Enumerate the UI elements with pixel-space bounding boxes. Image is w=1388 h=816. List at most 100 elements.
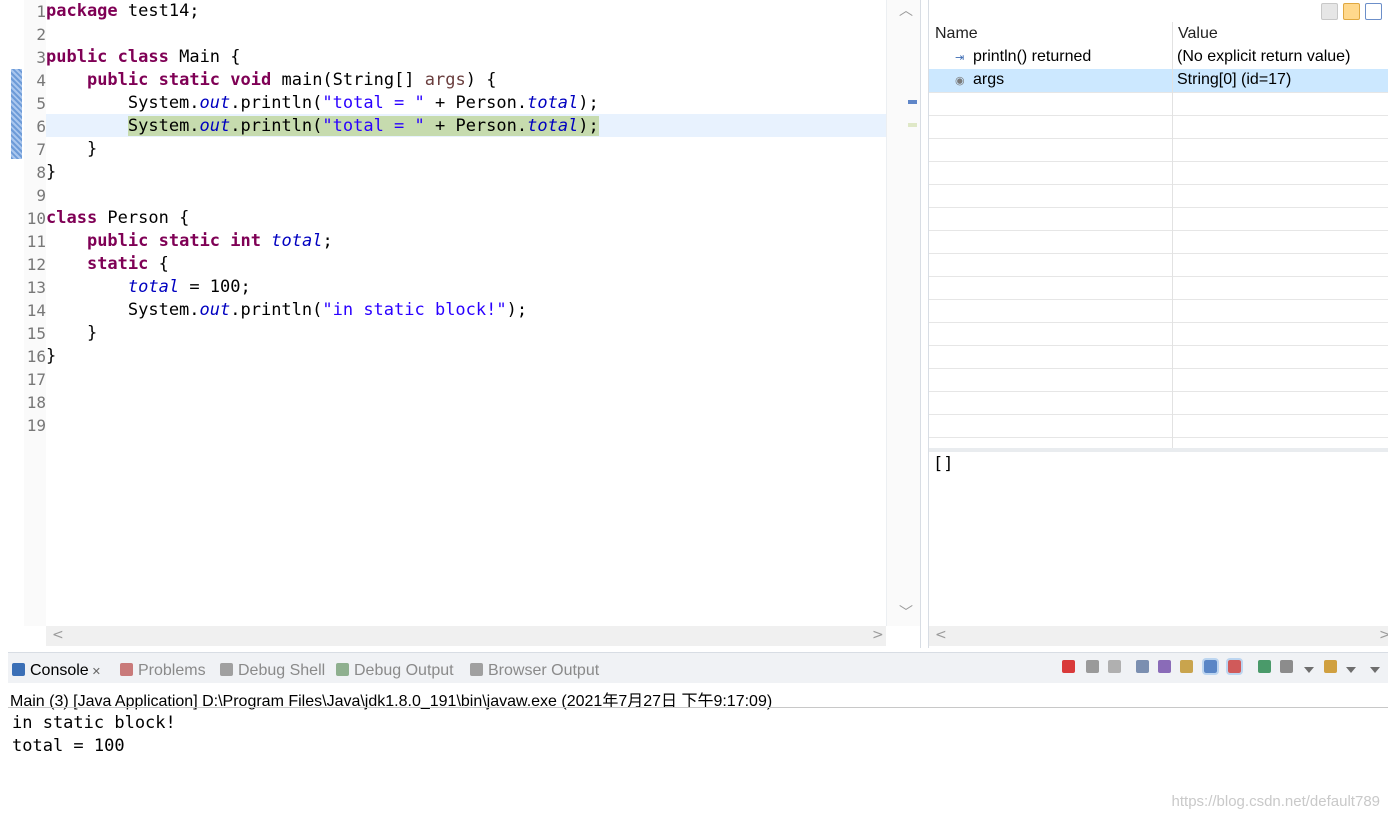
line-number: 13 xyxy=(26,278,46,297)
console-divider xyxy=(8,707,1388,708)
detail-pane-text[interactable]: [] xyxy=(933,454,953,474)
column-header-name[interactable]: Name xyxy=(935,25,978,43)
code-token: static xyxy=(86,254,149,274)
scroll-up-icon[interactable]: ︿ xyxy=(899,4,913,18)
console-icon xyxy=(12,663,25,676)
remove-all-icon[interactable] xyxy=(1108,660,1121,673)
variable-row[interactable]: ◉ args String[0] (id=17) xyxy=(929,69,1388,93)
debug-output-icon xyxy=(336,663,349,676)
pin-console-icon[interactable] xyxy=(1258,660,1271,673)
code-token: total xyxy=(527,116,579,136)
code-line[interactable]: System.out.println("total = " + Person.t… xyxy=(46,92,599,115)
show-on-stdout-icon[interactable] xyxy=(1202,658,1219,675)
variable-row[interactable]: ⇥ println() returned (No explicit return v… xyxy=(929,46,1388,70)
code-token: "total = " xyxy=(322,116,425,136)
tab-debug-shell[interactable]: Debug Shell xyxy=(220,662,325,680)
scroll-right-icon[interactable]: > xyxy=(1379,628,1388,642)
annotation-ruler xyxy=(8,0,24,626)
code-token: total xyxy=(271,231,323,251)
code-token: public xyxy=(86,231,149,251)
new-console-icon[interactable] xyxy=(1324,660,1337,673)
terminate-icon[interactable] xyxy=(1062,660,1075,673)
code-token: static xyxy=(158,70,221,90)
code-line[interactable]: class Person { xyxy=(46,207,189,230)
column-header-value[interactable]: Value xyxy=(1178,25,1218,43)
code-token: public xyxy=(86,70,149,90)
code-line[interactable]: System.out.println("in static block!"); xyxy=(46,299,527,322)
close-tab-icon[interactable]: ✕ xyxy=(89,666,101,678)
empty-row xyxy=(929,253,1388,277)
display-menu-icon[interactable] xyxy=(1304,667,1314,673)
console-output-line: total = 100 xyxy=(12,736,125,756)
variables-view[interactable]: Name Value ⇥ println() returned (No explic… xyxy=(928,0,1388,648)
debug-shell-icon xyxy=(220,663,233,676)
line-number: 5 xyxy=(36,94,46,113)
maximize-view-icon[interactable] xyxy=(1365,3,1382,20)
variables-horizontal-scrollbar[interactable]: < > xyxy=(929,626,1388,646)
line-number: 4 xyxy=(36,71,46,90)
code-line[interactable]: System.out.println("total = " + Person.t… xyxy=(46,115,599,138)
code-line[interactable]: } xyxy=(46,322,97,345)
line-number: 6 xyxy=(36,117,46,136)
code-line[interactable]: public static void main(String[] args) { xyxy=(46,69,497,92)
view-menu-icon[interactable] xyxy=(1370,667,1380,673)
code-token: } xyxy=(46,346,57,366)
line-number: 8 xyxy=(36,163,46,182)
tab-label: Browser Output xyxy=(488,662,600,679)
code-line[interactable]: package test14; xyxy=(46,0,200,23)
scroll-left-icon[interactable]: < xyxy=(935,628,947,642)
new-console-menu-icon[interactable] xyxy=(1346,667,1356,673)
code-line[interactable]: total = 100; xyxy=(46,276,251,299)
tab-label: Debug Shell xyxy=(238,662,326,679)
scroll-lock-icon[interactable] xyxy=(1158,660,1171,673)
tab-problems[interactable]: Problems xyxy=(120,662,206,680)
variables-toolbar xyxy=(929,0,1388,22)
code-token: "in static block!" xyxy=(322,300,507,320)
detail-pane-sash[interactable] xyxy=(929,448,1388,452)
code-token: out xyxy=(199,93,231,113)
scroll-left-icon[interactable]: < xyxy=(52,628,64,642)
code-token: class xyxy=(46,208,98,228)
tab-debug-output[interactable]: Debug Output xyxy=(336,662,454,680)
remove-launch-icon[interactable] xyxy=(1086,660,1099,673)
tab-browser-output[interactable]: Browser Output xyxy=(470,662,599,680)
code-line[interactable]: public class Main { xyxy=(46,46,241,69)
line-number: 15 xyxy=(26,324,46,343)
code-line[interactable]: } xyxy=(46,345,56,368)
editor-horizontal-scrollbar[interactable]: < > xyxy=(46,626,886,646)
show-type-names-icon[interactable] xyxy=(1343,3,1360,20)
show-on-stderr-icon[interactable] xyxy=(1226,658,1243,675)
code-line[interactable]: } xyxy=(46,138,97,161)
tab-console[interactable]: Console ✕ xyxy=(12,662,101,680)
code-area[interactable]: package test14; public class Main { publi… xyxy=(46,0,886,626)
overview-mark[interactable] xyxy=(908,100,917,104)
empty-row xyxy=(929,184,1388,208)
code-token: static xyxy=(158,231,221,251)
line-number: 19 xyxy=(26,416,46,435)
collapse-all-icon[interactable] xyxy=(1321,3,1338,20)
editor-vertical-scrollbar[interactable]: ︿ ﹀ xyxy=(886,0,920,626)
code-line[interactable]: public static int total; xyxy=(46,230,333,253)
column-divider[interactable] xyxy=(1172,22,1173,448)
clear-console-icon[interactable] xyxy=(1136,660,1149,673)
code-token: test14; xyxy=(117,1,200,21)
word-wrap-icon[interactable] xyxy=(1180,660,1193,673)
code-token: total xyxy=(127,277,180,297)
display-console-icon[interactable] xyxy=(1280,660,1293,673)
code-line[interactable]: } xyxy=(46,161,56,184)
console-panel[interactable]: Console ✕ Problems Debug Shell Debug Output… xyxy=(8,652,1388,816)
overview-mark-current[interactable] xyxy=(908,123,917,127)
empty-row xyxy=(929,230,1388,254)
line-number: 7 xyxy=(36,140,46,159)
scroll-right-icon[interactable]: > xyxy=(872,628,884,642)
code-token: Main { xyxy=(168,47,241,67)
empty-row xyxy=(929,414,1388,438)
code-line[interactable]: static { xyxy=(46,253,169,276)
scroll-down-icon[interactable]: ﹀ xyxy=(899,606,913,620)
empty-row xyxy=(929,276,1388,300)
code-editor[interactable]: 1 2 3 4 5 6 7 8 9 10 11 12 13 14 15 16 17 18 19 package te… xyxy=(8,0,921,648)
variables-tree[interactable]: ⇥ println() returned (No explicit return v… xyxy=(929,46,1388,448)
